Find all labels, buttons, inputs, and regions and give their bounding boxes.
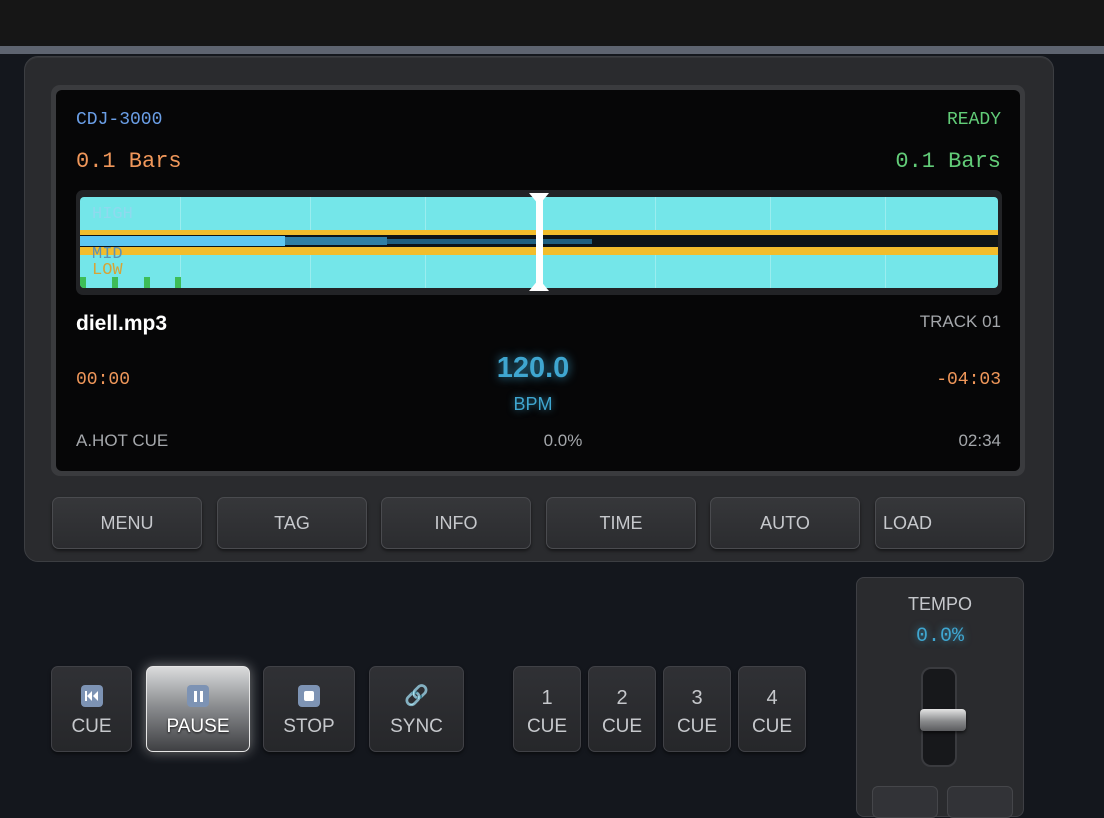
- mode-label: A.HOT CUE: [76, 431, 169, 450]
- beat-marker: [112, 277, 118, 288]
- hot-cue-number: 1: [541, 687, 553, 709]
- pause-button-label: PAUSE: [166, 716, 230, 737]
- bpm-label: BPM: [513, 394, 553, 414]
- auto-button[interactable]: AUTO: [710, 497, 860, 549]
- hot-cue-4-button[interactable]: 4 CUE: [738, 666, 806, 752]
- hot-cue-number: 2: [616, 687, 628, 709]
- tempo-reset-button[interactable]: [947, 786, 1013, 818]
- beat-marker: [80, 277, 86, 288]
- playhead-top-marker: [529, 193, 549, 205]
- info-button[interactable]: INFO: [381, 497, 531, 549]
- hot-cue-number: 4: [766, 687, 778, 709]
- hot-cue-label: CUE: [601, 716, 643, 737]
- link-icon: 🔗: [404, 685, 429, 707]
- top-divider: [0, 46, 1104, 54]
- beat-marker: [175, 277, 181, 288]
- playhead[interactable]: [536, 194, 543, 291]
- pitch-percent: 0.0%: [543, 431, 583, 450]
- cue-button[interactable]: CUE: [51, 666, 132, 752]
- tag-button[interactable]: TAG: [217, 497, 367, 549]
- band-label-low: LOW: [92, 261, 123, 280]
- progress-segment: [387, 239, 592, 244]
- track-name: diell.mp3: [76, 312, 168, 335]
- tempo-range-button[interactable]: [872, 786, 938, 818]
- pause-icon: [187, 685, 209, 707]
- hot-cue-label: CUE: [751, 716, 793, 737]
- menu-button[interactable]: MENU: [52, 497, 202, 549]
- hot-cue-label: CUE: [526, 716, 568, 737]
- hot-cue-3-button[interactable]: 3 CUE: [663, 666, 731, 752]
- sync-button-label: SYNC: [390, 716, 443, 737]
- hot-cue-2-button[interactable]: 2 CUE: [588, 666, 656, 752]
- tempo-slider-knob[interactable]: [920, 709, 966, 731]
- playhead-bottom-marker: [529, 279, 549, 291]
- cue-button-label: CUE: [71, 716, 112, 737]
- status-label: READY: [946, 110, 1001, 130]
- stop-button[interactable]: STOP: [263, 666, 355, 752]
- time-remaining: -04:03: [936, 370, 1001, 390]
- skip-back-icon: [80, 685, 103, 707]
- bpm-value: 120.0: [496, 352, 570, 384]
- hot-cue-number: 3: [691, 687, 703, 709]
- tempo-title: TEMPO: [907, 594, 973, 614]
- hot-cue-label: CUE: [676, 716, 718, 737]
- time-button[interactable]: TIME: [546, 497, 696, 549]
- stop-button-label: STOP: [283, 716, 335, 737]
- band-label-high: HIGH: [92, 205, 133, 224]
- bars-left: 0.1 Bars: [76, 149, 182, 174]
- stop-icon: [298, 685, 320, 707]
- tempo-value: 0.0%: [915, 625, 965, 648]
- beat-marker: [144, 277, 150, 288]
- hot-cue-1-button[interactable]: 1 CUE: [513, 666, 581, 752]
- load-button[interactable]: LOAD: [875, 497, 1025, 549]
- pause-button[interactable]: PAUSE: [146, 666, 250, 752]
- sync-button[interactable]: 🔗 SYNC: [369, 666, 464, 752]
- player-model: CDJ-3000: [76, 110, 163, 130]
- bars-right: 0.1 Bars: [895, 149, 1001, 174]
- track-number: TRACK 01: [919, 312, 1001, 331]
- cue-time: 02:34: [958, 431, 1001, 450]
- top-bar: [0, 0, 1104, 48]
- time-elapsed: 00:00: [76, 370, 131, 390]
- progress-segment: [285, 237, 387, 245]
